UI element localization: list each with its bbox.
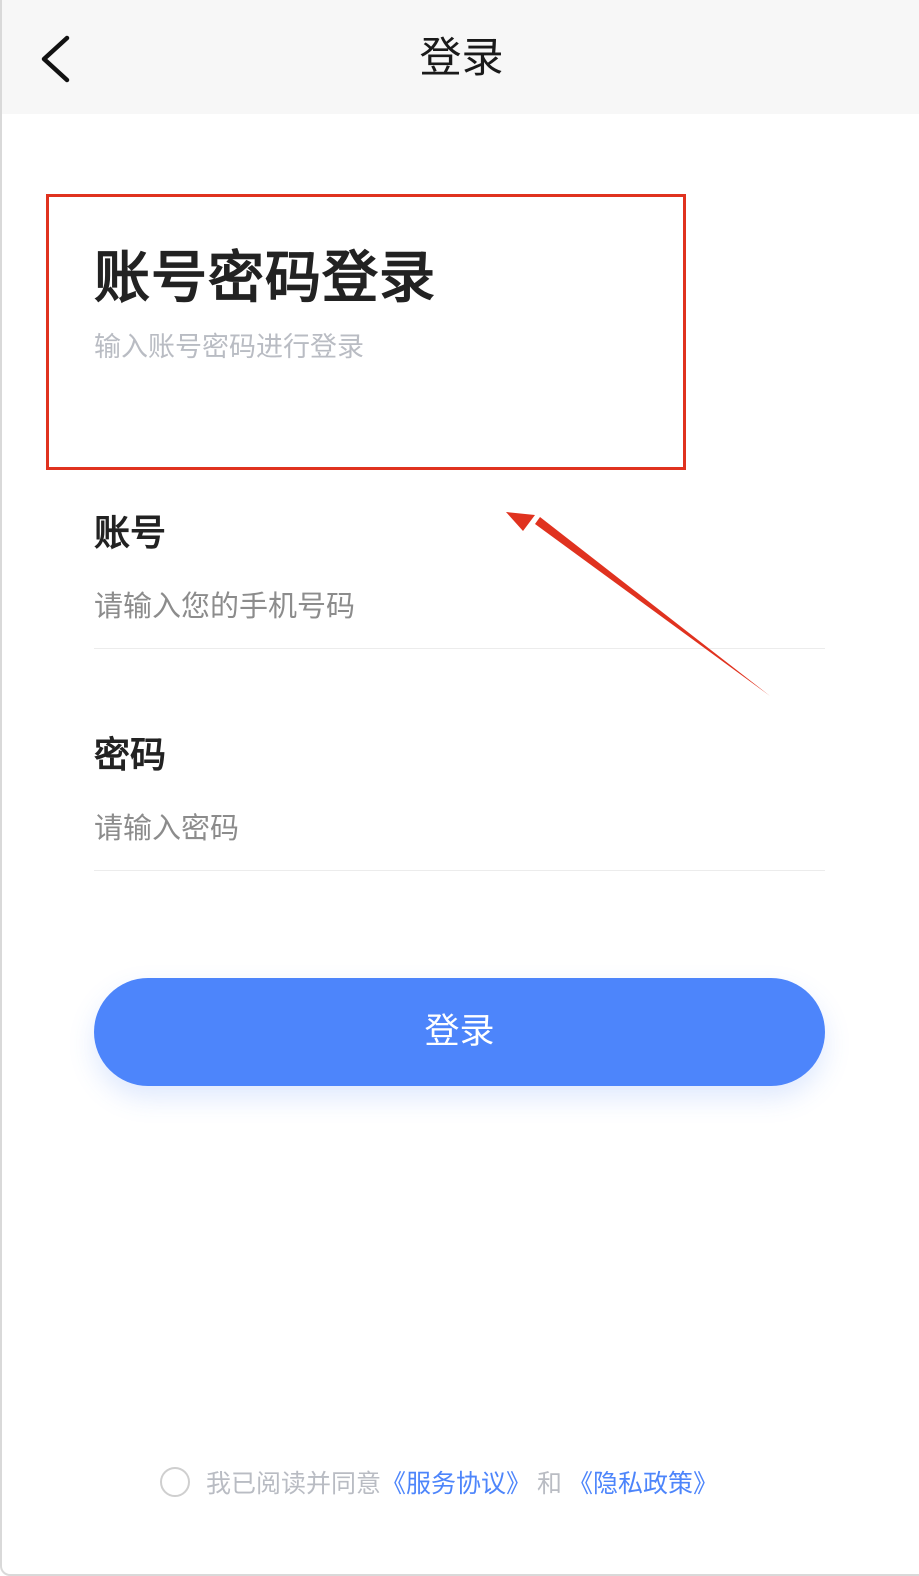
agreement-checkbox[interactable]	[160, 1467, 190, 1497]
account-divider	[94, 648, 825, 649]
login-screen: 登录 账号密码登录 输入账号密码进行登录 账号 密码 登录 我已阅读并同意 《服…	[0, 0, 919, 1576]
navigation-bar: 登录	[2, 0, 919, 114]
agreement-text: 我已阅读并同意	[206, 1469, 382, 1498]
agreement-conjunction: 和	[537, 1469, 563, 1498]
account-label: 账号	[94, 513, 167, 554]
account-input[interactable]	[94, 578, 824, 634]
login-button[interactable]: 登录	[94, 978, 825, 1086]
login-heading: 账号密码登录	[94, 246, 436, 311]
agreement-row: 我已阅读并同意 《服务协议》 和 《隐私政策》	[160, 1462, 718, 1502]
password-input[interactable]	[94, 800, 824, 856]
password-label: 密码	[94, 735, 167, 776]
privacy-policy-link[interactable]: 《隐私政策》	[568, 1464, 718, 1500]
page-title: 登录	[419, 33, 504, 82]
service-agreement-link[interactable]: 《服务协议》	[381, 1464, 531, 1500]
login-subheading: 输入账号密码进行登录	[94, 332, 364, 363]
password-divider	[94, 870, 825, 871]
